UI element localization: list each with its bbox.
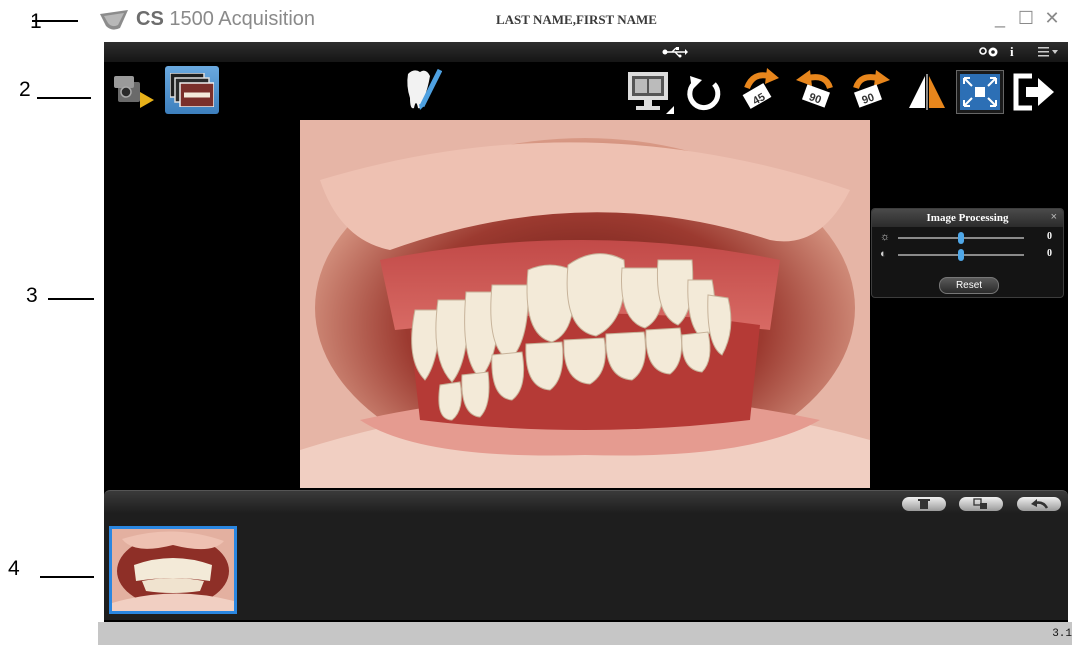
menu-icon[interactable] — [1038, 47, 1058, 57]
callout-4: 4 — [8, 557, 20, 580]
copy-icon — [973, 498, 987, 509]
minimize-button[interactable]: _ — [990, 6, 1010, 30]
thumbnail-toolbar — [104, 490, 1068, 515]
fullscreen-icon — [960, 74, 1000, 110]
contrast-icon: ◐ — [880, 248, 887, 260]
thumbnail-item[interactable] — [109, 526, 237, 614]
patient-name: LAST NAME,FIRST NAME — [496, 12, 657, 27]
status-bar: 3.1 — [98, 622, 1072, 645]
contrast-slider[interactable] — [898, 249, 1024, 261]
brand-label: CS — [136, 8, 164, 30]
thumbnail-image — [112, 529, 234, 611]
brightness-row: ☼ 0 — [880, 231, 1056, 245]
image-processing-title: Image Processing — [926, 212, 1009, 224]
image-viewer[interactable]: Image Processing × ☼ 0 ◐ 0 Reset — [104, 120, 1068, 490]
copy-button[interactable] — [959, 497, 1003, 511]
callout-2-line — [37, 97, 91, 99]
image-gallery-icon — [170, 73, 214, 107]
intraoral-photo[interactable] — [300, 120, 870, 488]
undo-button[interactable] — [1017, 497, 1061, 511]
rotate-cw-90-icon[interactable]: 90 — [848, 70, 896, 112]
title-bar: CS 1500 Acquisition LAST NAME,FIRST NAME… — [98, 0, 1072, 42]
toolbar: 45 90 90 — [104, 62, 1068, 120]
top-strip: i — [104, 42, 1068, 62]
callout-1: 1 — [30, 10, 42, 34]
contrast-slider-thumb[interactable] — [958, 249, 964, 261]
delete-button[interactable] — [902, 497, 946, 511]
maximize-button[interactable]: ☐ — [1016, 6, 1036, 30]
image-processing-panel: Image Processing × ☼ 0 ◐ 0 Reset — [871, 208, 1064, 298]
acquisition-mode-icon[interactable] — [112, 74, 156, 108]
app-name-label: 1500 Acquisition — [169, 8, 316, 30]
version-label: 3.1 — [1052, 628, 1072, 640]
display-monitor-icon[interactable] — [626, 70, 676, 114]
info-button[interactable]: i — [1010, 44, 1014, 60]
tooth-annotation-icon[interactable] — [404, 68, 442, 114]
callout-2: 2 — [19, 78, 31, 101]
callout-1-line — [32, 20, 78, 22]
callout-3-line — [48, 298, 94, 300]
brightness-slider[interactable] — [898, 232, 1024, 244]
rotate-icon[interactable] — [684, 74, 724, 112]
settings-icon[interactable] — [978, 45, 1000, 59]
brightness-icon: ☼ — [880, 231, 891, 243]
usb-icon — [662, 47, 688, 58]
brightness-value: 0 — [1047, 231, 1052, 242]
mirror-icon[interactable] — [905, 74, 949, 110]
image-processing-close-button[interactable]: × — [1051, 211, 1057, 223]
delete-icon — [918, 499, 930, 509]
thumbnail-strip — [104, 514, 1068, 620]
undo-icon — [1031, 499, 1049, 509]
app-title: CS 1500 Acquisition — [136, 8, 315, 31]
image-processing-header: Image Processing × — [872, 209, 1063, 227]
callout-4-line — [40, 576, 94, 578]
reset-button[interactable]: Reset — [939, 277, 999, 294]
cs-logo-icon — [100, 10, 128, 30]
brightness-slider-thumb[interactable] — [958, 232, 964, 244]
contrast-row: ◐ 0 — [880, 248, 1056, 262]
close-button[interactable]: ✕ — [1042, 6, 1062, 30]
rotate-45-icon[interactable]: 45 — [739, 68, 781, 112]
callout-3: 3 — [26, 284, 38, 307]
fullscreen-button[interactable] — [956, 70, 1004, 114]
image-gallery-button[interactable] — [165, 66, 219, 114]
contrast-value: 0 — [1047, 248, 1052, 259]
app-window: i 45 90 90 Image Processing × ☼ 0 ◐ 0 Re… — [104, 42, 1068, 622]
rotate-ccw-90-icon[interactable]: 90 — [790, 70, 840, 112]
exit-icon[interactable] — [1012, 72, 1056, 112]
